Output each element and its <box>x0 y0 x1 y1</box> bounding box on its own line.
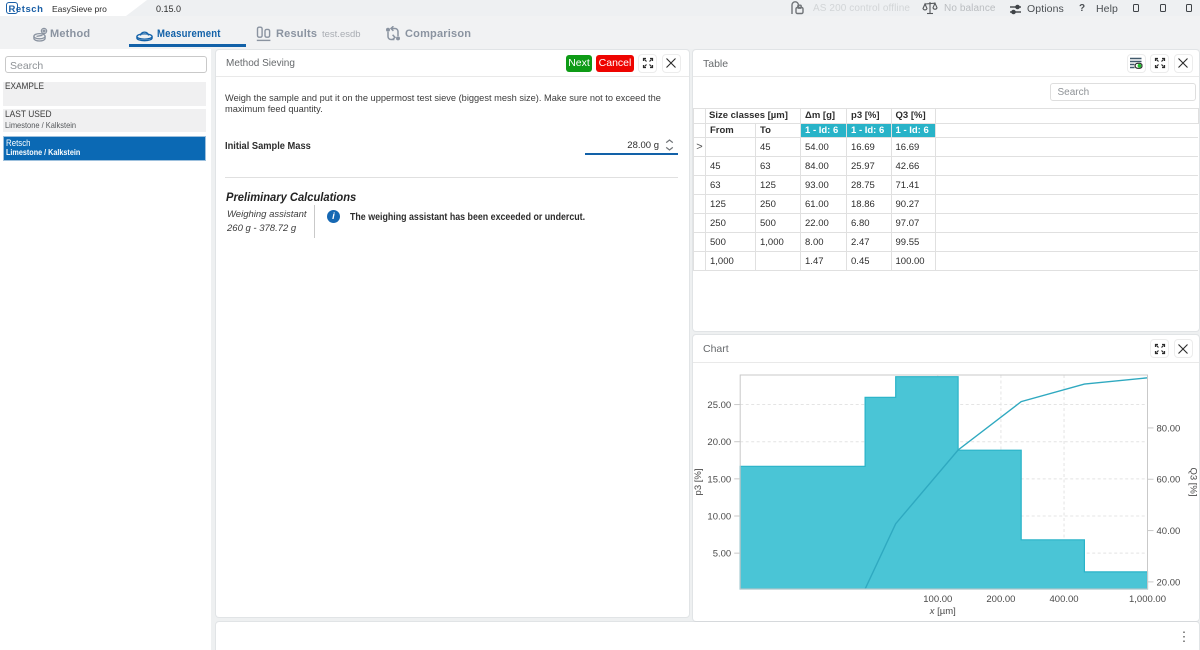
svg-text:100.00: 100.00 <box>923 594 952 605</box>
svg-text:80.00: 80.00 <box>1156 423 1180 434</box>
svg-text:1,000.00: 1,000.00 <box>1129 594 1166 605</box>
svg-text:5.00: 5.00 <box>712 549 731 560</box>
svg-text:20.00: 20.00 <box>1156 577 1180 588</box>
svg-text:p3 [%]: p3 [%] <box>693 469 704 496</box>
svg-text:25.00: 25.00 <box>707 400 731 411</box>
svg-text:10.00: 10.00 <box>707 512 731 523</box>
svg-text:400.00: 400.00 <box>1049 594 1078 605</box>
svg-text:200.00: 200.00 <box>986 594 1015 605</box>
svg-text:x [µm]: x [µm] <box>928 606 955 617</box>
svg-text:60.00: 60.00 <box>1156 475 1180 486</box>
svg-text:20.00: 20.00 <box>707 437 731 448</box>
svg-text:40.00: 40.00 <box>1156 526 1180 537</box>
svg-text:Q3 [%]: Q3 [%] <box>1187 467 1198 496</box>
svg-text:15.00: 15.00 <box>707 474 731 485</box>
